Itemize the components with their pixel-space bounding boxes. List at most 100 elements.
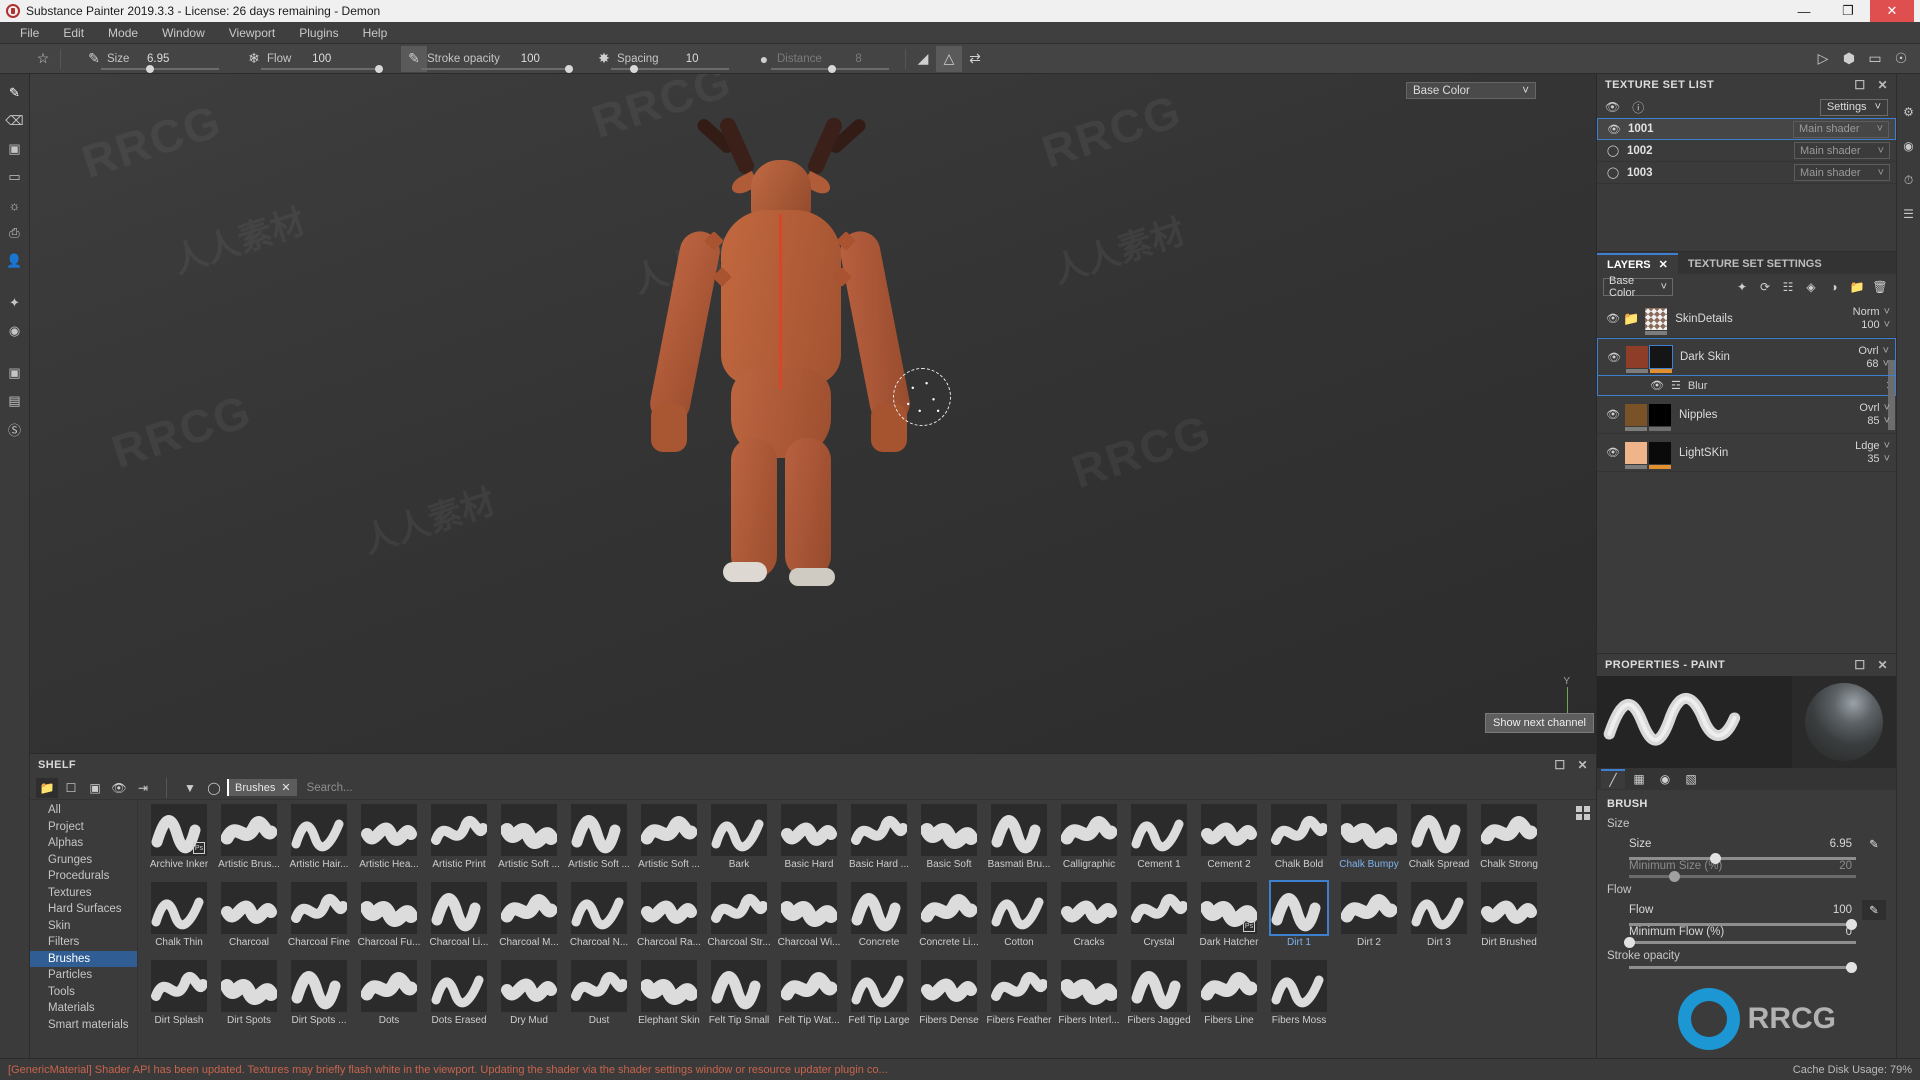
brush-item[interactable]: Dirt Brushed	[1475, 882, 1543, 960]
shader-settings-icon[interactable]: ◉	[1899, 136, 1919, 156]
property-slider[interactable]	[1629, 871, 1856, 882]
brush-item[interactable]: Artistic Hair...	[285, 804, 353, 882]
brush-item[interactable]: Charcoal N...	[565, 882, 633, 960]
brush-item[interactable]: Fibers Interl...	[1055, 960, 1123, 1038]
add-effect-icon[interactable]: ⟳	[1755, 277, 1775, 297]
folder-icon[interactable]: 📁	[1623, 311, 1639, 327]
param-slider[interactable]	[261, 64, 384, 73]
shelf-category-filters[interactable]: Filters	[30, 934, 137, 951]
layer-opacity[interactable]: 85	[1867, 415, 1879, 427]
menu-item-viewport[interactable]: Viewport	[217, 22, 287, 44]
channel-dropdown[interactable]: Base Color ˅	[1406, 82, 1536, 99]
brush-item[interactable]: Cotton	[985, 882, 1053, 960]
magic-wand-icon[interactable]: ✦	[1732, 277, 1752, 297]
display-settings-icon[interactable]: ⚙	[1899, 102, 1919, 122]
blend-mode[interactable]: Ldge	[1855, 440, 1879, 452]
eraser-tool-icon[interactable]: ⌫	[3, 108, 27, 134]
brush-item[interactable]: Cracks	[1055, 882, 1123, 960]
layer-mask-thumbnail[interactable]	[1649, 403, 1671, 431]
camera-view-icon[interactable]: ▭	[1862, 46, 1888, 72]
save-icon[interactable]: ▣	[84, 778, 106, 798]
add-adjustment-icon[interactable]: ◑	[1824, 277, 1844, 297]
brush-item[interactable]: Charcoal Fu...	[355, 882, 423, 960]
brush-item[interactable]: Charcoal Ra...	[635, 882, 703, 960]
menu-item-mode[interactable]: Mode	[96, 22, 150, 44]
texture-set-row[interactable]: ◯ 1002 Main shader ˅	[1597, 140, 1896, 162]
brush-item[interactable]: Fibers Dense	[915, 960, 983, 1038]
property-value[interactable]: 100	[1833, 904, 1852, 916]
param-slider[interactable]	[611, 64, 729, 73]
param-slider[interactable]	[771, 64, 889, 73]
hide-icon[interactable]: 👁	[108, 778, 130, 798]
grid-view-toggle-icon[interactable]	[1576, 806, 1590, 820]
filter-tag-brushes[interactable]: Brushes ✕	[227, 779, 297, 796]
shelf-float-icon[interactable]: ☐	[1554, 758, 1565, 772]
brush-item[interactable]: Basic Hard	[775, 804, 843, 882]
projection-tool-icon[interactable]: ▣	[3, 136, 27, 162]
brush-item[interactable]: Basic Soft	[915, 804, 983, 882]
brush-item[interactable]: Artistic Soft ...	[635, 804, 703, 882]
property-slider[interactable]	[1629, 853, 1856, 864]
layer-visibility-icon[interactable]: 👁	[1603, 446, 1623, 459]
texture-set-row[interactable]: 👁 1001 Main shader ˅	[1597, 118, 1896, 140]
shelf-category-project[interactable]: Project	[30, 819, 137, 836]
clone-tool-icon[interactable]: ⎙	[3, 220, 27, 246]
brush-item[interactable]: Charcoal Li...	[425, 882, 493, 960]
layer-visibility-icon[interactable]: 👁	[1603, 312, 1623, 325]
material-sphere-icon[interactable]: ⬢	[1836, 46, 1862, 72]
layer-mask-thumbnail[interactable]	[1645, 307, 1668, 335]
param-value[interactable]: 6.95	[135, 53, 169, 65]
brush-item[interactable]: Fibers Jagged	[1125, 960, 1193, 1038]
param-slider[interactable]	[101, 64, 219, 73]
param-slider[interactable]	[421, 64, 573, 73]
close-button[interactable]: ✕	[1870, 0, 1914, 22]
brush-item[interactable]: Fibers Moss	[1265, 960, 1333, 1038]
visibility-eye-icon[interactable]: 👁	[1604, 123, 1624, 136]
particle-tool-icon[interactable]: ✦	[3, 290, 27, 316]
stencil-tab-icon[interactable]: ◉	[1653, 769, 1677, 789]
3d-viewport[interactable]: RRCG 人人素材 RRCG 人人素材 RRCG 人人素材 RRCG 人人素材 …	[30, 74, 1596, 753]
brush-item[interactable]: Dirt Spots ...	[285, 960, 353, 1038]
shader-dropdown[interactable]: Main shader ˅	[1794, 164, 1890, 181]
info-circle-icon[interactable]: ⓘ	[1632, 99, 1644, 116]
document-icon[interactable]: ▤	[3, 388, 27, 414]
tsl-close-icon[interactable]: ✕	[1878, 78, 1888, 92]
property-slider[interactable]	[1624, 937, 1856, 948]
shelf-category-procedurals[interactable]: Procedurals	[30, 868, 137, 885]
shader-dropdown[interactable]: Main shader ˅	[1793, 120, 1889, 138]
brush-item[interactable]: Artistic Soft ...	[565, 804, 633, 882]
layers-channel-dropdown[interactable]: Base Color ˅	[1603, 275, 1673, 299]
effect-visibility-icon[interactable]: 👁	[1650, 379, 1664, 392]
layer-effect-row[interactable]: 👁☲Blur✕	[1597, 376, 1896, 396]
layer-row[interactable]: 👁 LightSKin Ldge ˅ 35 ˅	[1597, 434, 1896, 472]
layer-row[interactable]: 👁 Dark Skin Ovrl ˅ 68 ˅	[1597, 338, 1896, 376]
brush-item[interactable]: Chalk Thin	[145, 882, 213, 960]
param-value[interactable]: 8	[828, 53, 861, 65]
blend-mode[interactable]: Ovrl	[1858, 345, 1878, 357]
layer-mask-thumbnail[interactable]	[1649, 345, 1673, 373]
texture-set-row[interactable]: ◯ 1003 Main shader ˅	[1597, 162, 1896, 184]
param-value[interactable]: 10	[665, 53, 699, 65]
shelf-category-brushes[interactable]: Brushes	[30, 950, 137, 967]
menu-item-window[interactable]: Window	[150, 22, 217, 44]
brush-item[interactable]: Dots Erased	[425, 960, 493, 1038]
brush-item[interactable]: Fibers Feather	[985, 960, 1053, 1038]
layer-opacity[interactable]: 35	[1867, 453, 1879, 465]
brush-item[interactable]: Dirt 2	[1335, 882, 1403, 960]
menu-item-plugins[interactable]: Plugins	[287, 22, 350, 44]
material-picker-icon[interactable]: 👤	[3, 248, 27, 274]
brush-item[interactable]: Artistic Print	[425, 804, 493, 882]
shelf-category-particles[interactable]: Particles	[30, 967, 137, 984]
log-icon[interactable]: ☰	[1899, 204, 1919, 224]
import-icon[interactable]: ⇥	[132, 778, 154, 798]
add-paint-layer-icon[interactable]: ◈	[1801, 277, 1821, 297]
shelf-category-grunges[interactable]: Grunges	[30, 852, 137, 869]
tsl-float-icon[interactable]: ☐	[1854, 78, 1865, 92]
shelf-category-alphas[interactable]: Alphas	[30, 835, 137, 852]
curve-icon[interactable]: ◢	[910, 46, 936, 72]
layer-color-thumbnail[interactable]	[1625, 403, 1647, 431]
shelf-close-icon[interactable]: ✕	[1578, 758, 1588, 772]
brush-item[interactable]: Dirt Splash	[145, 960, 213, 1038]
layer-mask-thumbnail[interactable]	[1649, 441, 1671, 469]
minimize-button[interactable]: —	[1782, 0, 1826, 22]
